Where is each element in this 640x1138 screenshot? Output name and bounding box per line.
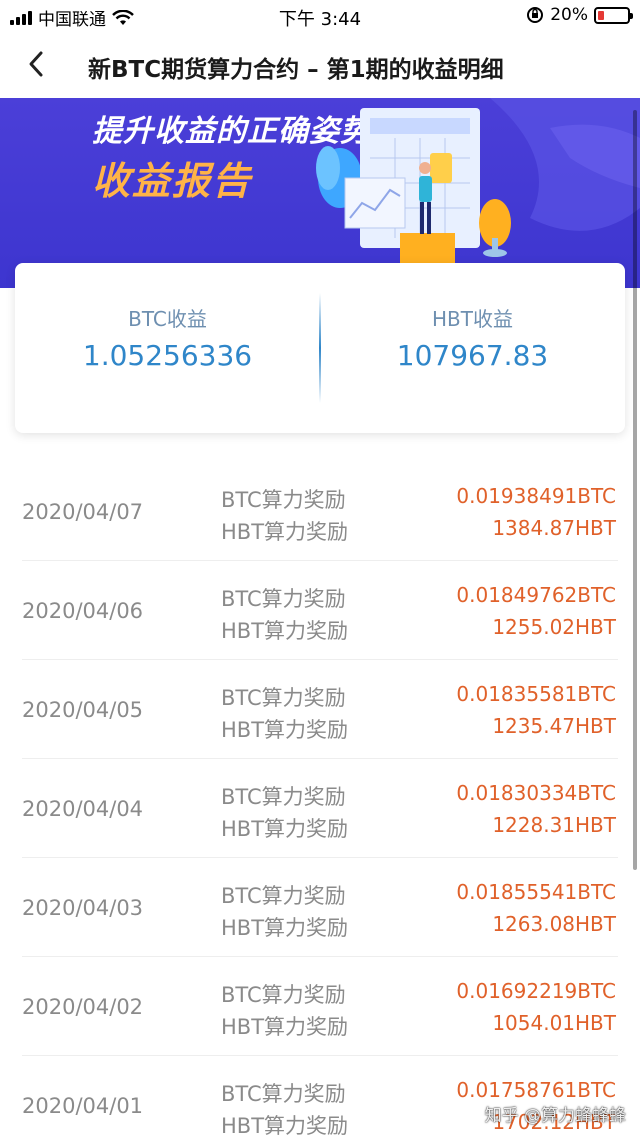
- record-type-hbt: HBT算力奖励: [221, 619, 349, 643]
- record-type-btc: BTC算力奖励: [221, 686, 346, 710]
- record-amount-hbt: 1054.01HBT: [492, 1011, 616, 1035]
- list-item: 2020/04/02 BTC算力奖励 HBT算力奖励 0.01692219BTC…: [22, 957, 618, 1056]
- list-item: 2020/04/07 BTC算力奖励 HBT算力奖励 0.01938491BTC…: [22, 462, 618, 561]
- record-amount-btc: 0.01692219BTC: [456, 979, 616, 1003]
- scrollbar[interactable]: [633, 110, 637, 870]
- record-type-hbt: HBT算力奖励: [221, 916, 349, 940]
- record-type-btc: BTC算力奖励: [221, 785, 346, 809]
- watermark: 知乎 @算力蜂蜂蜂: [484, 1106, 626, 1126]
- record-amount-hbt: 1255.02HBT: [492, 615, 616, 639]
- record-type-btc: BTC算力奖励: [221, 1082, 346, 1106]
- record-amount-btc: 0.01758761BTC: [456, 1078, 616, 1102]
- record-amount-hbt: 1235.47HBT: [492, 714, 616, 738]
- rotation-lock-icon: [527, 7, 544, 23]
- banner-subheadline: 收益报告: [92, 159, 253, 203]
- summary-card: BTC收益 1.05256336 HBT收益 107967.83: [15, 263, 625, 433]
- record-type-hbt: HBT算力奖励: [221, 718, 349, 742]
- record-type-btc: BTC算力奖励: [221, 587, 346, 611]
- record-amount-btc: 0.01849762BTC: [456, 583, 616, 607]
- record-amount-btc: 0.01938491BTC: [456, 484, 616, 508]
- record-date: 2020/04/01: [22, 1094, 144, 1118]
- record-date: 2020/04/04: [22, 797, 144, 821]
- record-date: 2020/04/07: [22, 500, 144, 524]
- list-item: 2020/04/05 BTC算力奖励 HBT算力奖励 0.01835581BTC…: [22, 660, 618, 759]
- banner-illustration: [316, 98, 640, 263]
- record-date: 2020/04/05: [22, 698, 144, 722]
- record-type-hbt: HBT算力奖励: [221, 817, 349, 841]
- nav-bar: 新BTC期货算力合约 – 第1期的收益明细: [0, 32, 640, 98]
- record-amount-btc: 0.01835581BTC: [456, 682, 616, 706]
- record-type-btc: BTC算力奖励: [221, 884, 346, 908]
- record-amount-hbt: 1263.08HBT: [492, 912, 616, 936]
- record-type-hbt: HBT算力奖励: [221, 520, 349, 544]
- record-date: 2020/04/02: [22, 995, 144, 1019]
- list-item: 2020/04/04 BTC算力奖励 HBT算力奖励 0.01830334BTC…: [22, 759, 618, 858]
- record-amount-hbt: 1228.31HBT: [492, 813, 616, 837]
- record-amount-btc: 0.01855541BTC: [456, 880, 616, 904]
- battery-icon: [594, 6, 633, 24]
- hbt-earnings-label: HBT收益: [432, 307, 513, 331]
- battery-percent: 20%: [550, 5, 588, 25]
- record-amount-hbt: 1384.87HBT: [492, 516, 616, 540]
- hbt-earnings-value: 107967.83: [396, 339, 549, 372]
- btc-earnings-label: BTC收益: [128, 307, 207, 331]
- screen: 中国联通 下午 3:44 20% 新BTC期货算力合约 – 第1期的收益明细 提…: [0, 0, 640, 1138]
- status-bar: 中国联通 下午 3:44 20%: [0, 0, 640, 32]
- back-button[interactable]: [18, 46, 54, 82]
- earnings-list: 2020/04/07 BTC算力奖励 HBT算力奖励 0.01938491BTC…: [0, 462, 640, 1138]
- list-item: 2020/04/06 BTC算力奖励 HBT算力奖励 0.01849762BTC…: [22, 561, 618, 660]
- record-type-hbt: HBT算力奖励: [221, 1015, 349, 1039]
- record-type-btc: BTC算力奖励: [221, 488, 346, 512]
- chevron-left-icon: [29, 51, 43, 77]
- hbt-summary: HBT收益 107967.83: [320, 263, 625, 433]
- btc-earnings-value: 1.05256336: [82, 339, 253, 372]
- record-date: 2020/04/06: [22, 599, 144, 623]
- status-right: 20%: [526, 5, 633, 25]
- banner: 提升收益的正确姿势 收益报告: [0, 98, 640, 288]
- record-type-hbt: HBT算力奖励: [221, 1114, 349, 1138]
- record-amount-btc: 0.01830334BTC: [456, 781, 616, 805]
- page-title: 新BTC期货算力合约 – 第1期的收益明细: [88, 57, 504, 83]
- battery-level: [598, 10, 604, 20]
- btc-summary: BTC收益 1.05256336: [15, 263, 320, 433]
- record-type-btc: BTC算力奖励: [221, 983, 346, 1007]
- list-item: 2020/04/03 BTC算力奖励 HBT算力奖励 0.01855541BTC…: [22, 858, 618, 957]
- record-date: 2020/04/03: [22, 896, 144, 920]
